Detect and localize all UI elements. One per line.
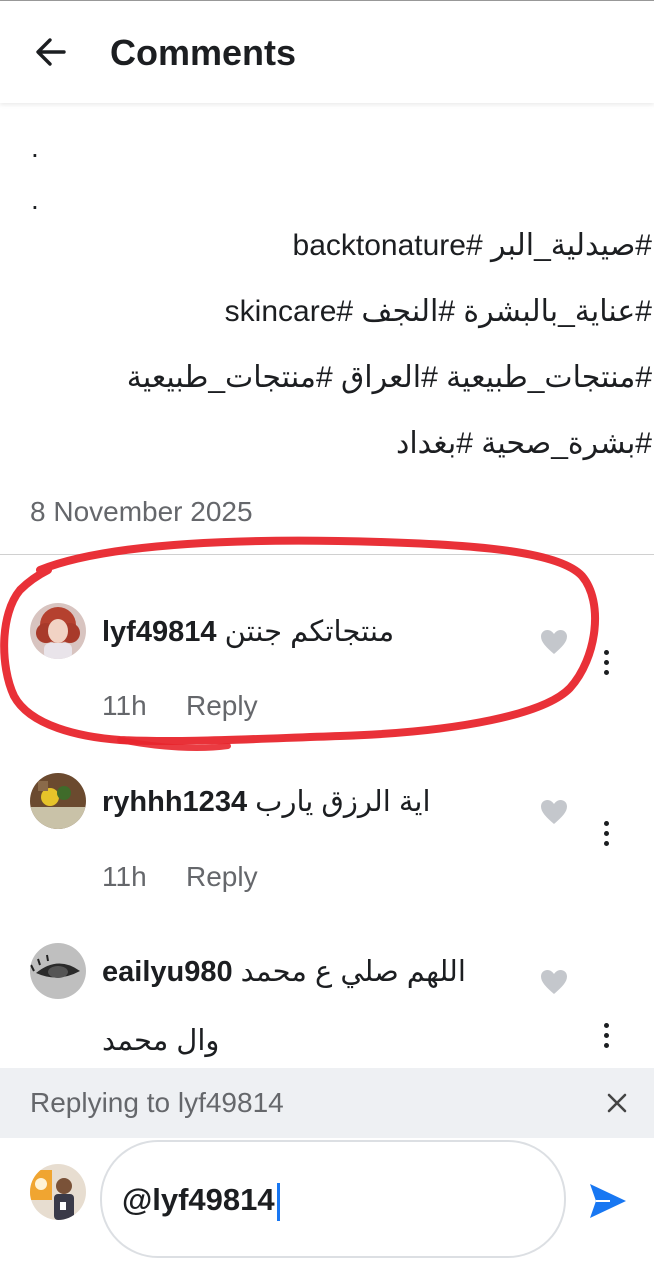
- hashtag-line: #منتجات_طبيعية #العراق #منتجات_طبيعية: [126, 361, 652, 394]
- comment-text: ryhhh1234 اية الرزق يارب: [102, 783, 431, 821]
- avatar[interactable]: [30, 603, 86, 659]
- comment-time: 11h: [102, 690, 147, 721]
- page-title: Comments: [110, 32, 297, 73]
- avatar[interactable]: [30, 943, 86, 999]
- back-arrow-icon[interactable]: [30, 31, 72, 73]
- comment-time: 11h: [102, 861, 147, 892]
- hashtag-line: #صيدلية_البر #backtonature: [292, 229, 652, 262]
- more-options-icon[interactable]: [596, 649, 616, 683]
- app-header: Comments: [0, 1, 654, 103]
- more-options-icon[interactable]: [596, 1022, 616, 1056]
- send-icon[interactable]: [588, 1182, 628, 1220]
- avatar[interactable]: [30, 773, 86, 829]
- comment-body: اللهم صلي ع محمد: [240, 956, 466, 988]
- post-date: 8 November 2025: [30, 496, 253, 527]
- caption-dot: .: [31, 184, 39, 215]
- divider: [0, 554, 654, 555]
- reply-button[interactable]: Reply: [186, 859, 258, 895]
- heart-icon[interactable]: [540, 969, 568, 995]
- comment-body: اية الرزق يارب: [255, 786, 431, 818]
- comment-body-line2: وال محمد: [102, 1025, 220, 1057]
- comment-text: eailyu980 اللهم صلي ع محمد: [102, 953, 466, 991]
- reply-banner: Replying to lyf49814: [0, 1068, 654, 1138]
- text-cursor: [276, 1182, 280, 1221]
- comment-composer: @lyf49814: [0, 1138, 654, 1280]
- comment-username[interactable]: eailyu980: [102, 956, 233, 988]
- close-icon[interactable]: [601, 1087, 633, 1119]
- replying-to-label: Replying to lyf49814: [30, 1087, 284, 1118]
- more-options-icon[interactable]: [596, 820, 616, 854]
- hashtag-line: #بشرة_صحية #بغداد: [395, 427, 652, 460]
- comment-username[interactable]: ryhhh1234: [102, 786, 247, 818]
- comment-input-value[interactable]: @lyf49814: [122, 1180, 280, 1221]
- comment-text: lyf49814 منتجاتكم جنتن: [102, 613, 394, 651]
- heart-icon[interactable]: [540, 799, 568, 825]
- avatar: [30, 1164, 86, 1220]
- heart-icon[interactable]: [540, 629, 568, 655]
- hashtag-line: #عناية_بالبشرة #النجف #skincare: [224, 295, 652, 328]
- comment-body: منتجاتكم جنتن: [224, 616, 395, 648]
- reply-button[interactable]: Reply: [186, 688, 258, 724]
- caption-dot: .: [31, 132, 39, 163]
- comment-username[interactable]: lyf49814: [102, 616, 217, 648]
- comment-input[interactable]: @lyf49814: [100, 1140, 566, 1258]
